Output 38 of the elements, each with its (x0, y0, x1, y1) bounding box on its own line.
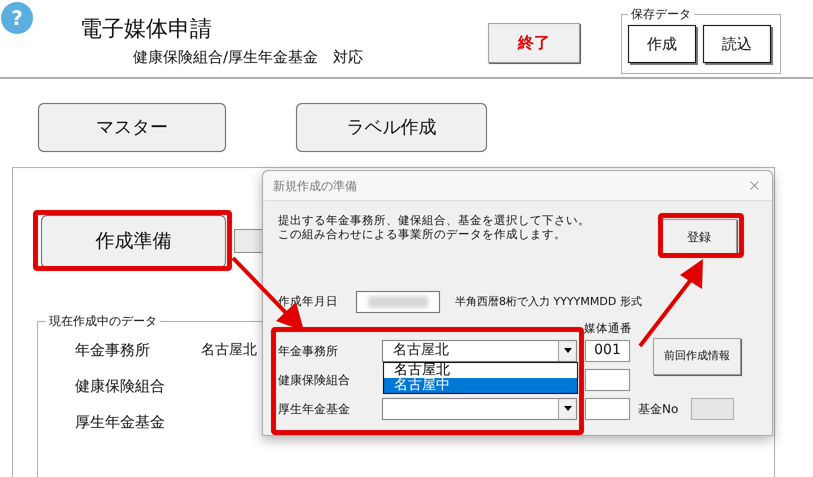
caret-icon (564, 406, 572, 411)
dialog-title: 新規作成の準備 (273, 178, 357, 194)
caret-icon (564, 348, 572, 353)
instruction-text: この組み合わせによる事業所のデータを作成します。 (278, 227, 567, 241)
data-label: 厚生年金基金 (75, 412, 166, 433)
app-title: 電子媒体申請 (80, 16, 213, 44)
serial-field[interactable]: 001 (585, 340, 630, 362)
nav-button[interactable]: ラベル作成 (296, 103, 487, 152)
field-label: 年金事務所 (278, 342, 339, 360)
dropdown-field[interactable] (382, 398, 577, 420)
data-label: 年金事務所 (75, 340, 151, 361)
app-subtitle: 健康保険組合/厚生年金基金 対応 (133, 47, 364, 68)
save-data-button[interactable]: 作成 (628, 25, 696, 63)
fund-number-field[interactable] (691, 398, 734, 420)
dropdown-arrow-button[interactable] (558, 398, 576, 418)
dropdown-value: 名古屋北 (393, 341, 449, 360)
dropdown-arrow-button[interactable] (558, 340, 576, 360)
field-label: 基金No (638, 400, 678, 418)
data-label: 健康保険組合 (75, 376, 166, 397)
save-data-button[interactable]: 読込 (703, 25, 771, 63)
serial-field[interactable] (585, 398, 630, 420)
field-label: 厚生年金基金 (278, 400, 351, 418)
nav-button[interactable]: マスター (38, 103, 226, 152)
serial-field[interactable] (585, 368, 630, 390)
group-label: 現在作成中のデータ (46, 313, 160, 329)
column-label: 媒体通番 (584, 320, 632, 336)
dropdown-option[interactable]: 名古屋中 (384, 378, 577, 392)
field-label: 健康保険組合 (278, 372, 351, 388)
instruction-text: 提出する年金事務所、健保組合、基金を選択して下さい。 (278, 213, 591, 227)
group-label: 保存データ (628, 6, 694, 22)
data-value: 名古屋北 (201, 340, 257, 360)
exit-button[interactable]: 終了 (488, 23, 580, 63)
date-input[interactable] (356, 291, 440, 313)
prepare-button[interactable]: 作成準備 (41, 215, 226, 268)
serial-value: 001 (594, 341, 621, 360)
register-button[interactable]: 登録 (661, 219, 737, 254)
input-hint: 半角西暦8桁で入力 YYYYMMDD 形式 (455, 294, 642, 310)
previous-info-button[interactable]: 前回作成情報 (653, 338, 741, 375)
